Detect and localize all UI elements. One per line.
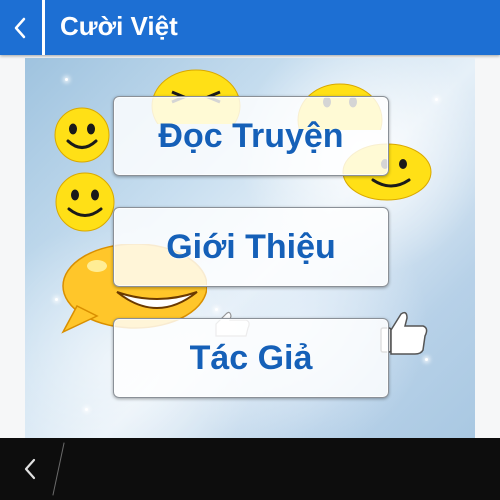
- chevron-left-icon: [24, 458, 36, 480]
- system-nav-bar: [0, 438, 500, 500]
- app-title: Cười Việt: [60, 11, 178, 41]
- author-button[interactable]: Tác Giả: [113, 318, 389, 398]
- nav-separator: [52, 442, 65, 496]
- main-content: Đọc Truyện Giới Thiệu Tác Giả: [25, 58, 475, 438]
- chevron-left-icon: [14, 17, 26, 38]
- app-bar-divider: [42, 0, 45, 55]
- sparkle-decoration: [65, 78, 68, 81]
- app-bar: Cười Việt: [0, 0, 500, 55]
- sparkle-decoration: [435, 98, 438, 101]
- system-back-button[interactable]: [14, 454, 46, 484]
- smiley-face-icon: [55, 172, 115, 232]
- read-stories-button[interactable]: Đọc Truyện: [113, 96, 389, 176]
- read-stories-label: Đọc Truyện: [158, 116, 344, 155]
- back-button[interactable]: [0, 0, 40, 55]
- introduction-button[interactable]: Giới Thiệu: [113, 207, 389, 287]
- introduction-label: Giới Thiệu: [166, 227, 336, 266]
- smiley-face-icon: [54, 107, 110, 163]
- sparkle-decoration: [85, 408, 88, 411]
- sparkle-decoration: [425, 358, 428, 361]
- author-label: Tác Giả: [189, 338, 313, 377]
